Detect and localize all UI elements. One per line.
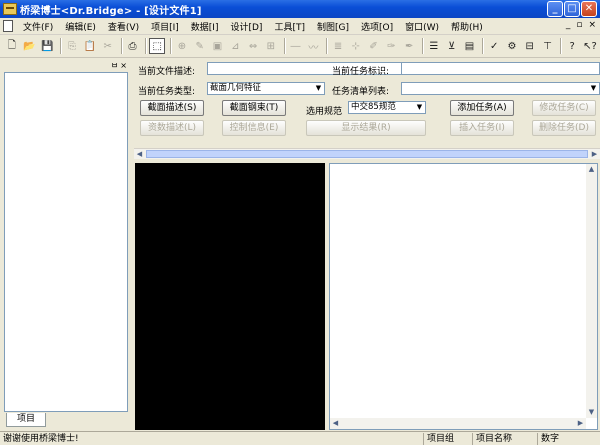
gear-icon[interactable]: ⚙ [504,38,520,54]
context-help-icon[interactable]: ↖? [582,38,598,54]
zoom-icon[interactable]: ⊕ [174,38,190,54]
task-list-label: 任务清单列表: [332,87,390,97]
tab-project[interactable]: 项目 [6,413,46,427]
section-desc-button[interactable]: 截面描述(S) [140,100,204,116]
scroll-left-icon[interactable]: ◀ [330,418,341,429]
vertical-scrollbar[interactable]: ▲ ▼ [586,164,597,418]
main-window: 桥梁博士<Dr.Bridge> - [设计文件1] _ □ ✕ 文件(F) 编辑… [0,0,600,445]
project-panel: ㅂ × 项目 [2,60,130,430]
title-bar[interactable]: 桥梁博士<Dr.Bridge> - [设计文件1] _ □ ✕ [0,0,600,18]
menu-tools[interactable]: 工具[T] [268,20,311,33]
grid-icon[interactable]: ⊞ [263,38,279,54]
status-project-name: 项目名称 [472,433,532,445]
print-icon[interactable]: ⎙ [125,38,141,54]
layout-icon[interactable]: ⊟ [522,38,538,54]
bridge-app-icon [3,3,17,15]
chevron-down-icon: ▼ [315,84,322,92]
check-icon[interactable]: ✓ [486,38,502,54]
menu-window[interactable]: 窗口(W) [399,20,445,33]
status-message: 谢谢使用桥梁博士! [3,434,79,444]
horizontal-scrollbar[interactable]: ◀ ▶ [134,148,600,159]
delete-task-button[interactable]: 删除任务(D) [532,120,596,136]
task-list-select[interactable]: ▼ [401,82,600,95]
open-folder-icon[interactable]: 📂 [22,38,38,54]
table-icon[interactable]: ☰ [426,38,442,54]
scroll-right-icon[interactable]: ▶ [589,149,600,159]
current-task-id-field[interactable] [401,62,600,75]
current-file-desc-label: 当前文件描述: [138,67,196,77]
line-icon[interactable]: ― [288,38,304,54]
maximize-button[interactable]: □ [564,1,580,17]
menu-file[interactable]: 文件(F) [17,20,59,33]
menu-options[interactable]: 选项[O] [355,20,399,33]
list-icon[interactable]: ≣ [330,38,346,54]
graphics-view[interactable] [135,163,325,430]
current-task-id-label: 当前任务标识: [332,67,390,77]
code-label: 选用规范 [306,107,343,117]
task-form: 当前文件描述: 当前任务标识: 当前任务类型: 截面几何特征 ▼ 任务清单列表:… [134,58,600,156]
scroll-thumb[interactable] [146,150,588,158]
code-select[interactable]: 中交85规范 ▼ [348,101,426,114]
menu-design[interactable]: 设计[D] [224,20,268,33]
add-task-button[interactable]: 添加任务(A) [450,100,514,116]
panel-close-icon[interactable]: × [120,60,127,72]
select-frame-icon[interactable]: ⬚ [149,38,166,54]
menu-data[interactable]: 数据[I] [185,20,225,33]
menu-project[interactable]: 项目[I] [145,20,185,33]
output-view[interactable]: ▲ ▼ ◀ ▶ [329,163,598,430]
edit-icon[interactable]: ✎ [192,38,208,54]
insert-task-button[interactable]: 插入任务(I) [450,120,514,136]
close-button[interactable]: ✕ [581,1,597,17]
mdi-close-button[interactable]: × [588,20,596,30]
scroll-up-icon[interactable]: ▲ [586,164,597,175]
chart-icon[interactable]: ⊻ [444,38,460,54]
pen-icon[interactable]: ✐ [366,38,382,54]
help-icon[interactable]: ? [564,38,580,54]
copy-icon[interactable]: ⎘ [64,38,80,54]
status-bar: 谢谢使用桥梁博士! 项目组 项目名称 数字 [0,431,600,445]
node-icon[interactable]: ⊹ [348,38,364,54]
window-icon[interactable]: ▤ [462,38,478,54]
new-file-icon[interactable]: 🗋 [4,38,20,54]
minimize-button[interactable]: _ [547,1,563,17]
cut-icon[interactable]: ✂ [100,38,116,54]
show-results-button[interactable]: 显示结果(R) [306,120,426,136]
marker-icon[interactable]: ✒ [401,38,417,54]
section-steel-button[interactable]: 截面钢束(T) [222,100,286,116]
document-icon[interactable] [3,20,13,32]
menu-view[interactable]: 查看(V) [102,20,145,33]
toolbar: 🗋 📂 💾 ⎘ 📋 ✂ ⎙ ⬚ ⊕ ✎ ▣ ⊿ ⇔ ⊞ ― 〰 ≣ ⊹ ✐ ✑ … [0,35,600,58]
menu-bar: 文件(F) 编辑(E) 查看(V) 项目[I] 数据[I] 设计[D] 工具[T… [0,18,600,35]
pin-icon[interactable]: ㅂ [111,60,118,72]
modify-task-button[interactable]: 修改任务(C) [532,100,596,116]
param-desc-button[interactable]: 资数描述(L) [140,120,204,136]
mdi-restore-button[interactable]: ▫ [576,20,582,30]
status-mode: 数字 [537,433,577,445]
output-horizontal-scrollbar[interactable]: ◀ ▶ [330,418,586,429]
status-project-group: 项目组 [423,433,471,445]
menu-help[interactable]: 帮助(H) [445,20,489,33]
scroll-right-icon[interactable]: ▶ [575,418,586,429]
brush-icon[interactable]: ✑ [383,38,399,54]
mdi-minimize-button[interactable]: _ [566,20,571,30]
save-disabled-icon[interactable]: ▣ [210,38,226,54]
control-info-button[interactable]: 控制信息(E) [222,120,286,136]
filter-icon[interactable]: ⊤ [540,38,556,54]
project-tree[interactable] [4,72,128,412]
menu-edit[interactable]: 编辑(E) [59,20,102,33]
scroll-down-icon[interactable]: ▼ [586,407,597,418]
paste-icon[interactable]: 📋 [82,38,98,54]
task-type-select[interactable]: 截面几何特征 ▼ [207,82,325,95]
measure-icon[interactable]: ⇔ [245,38,261,54]
scroll-left-icon[interactable]: ◀ [134,149,145,159]
chevron-down-icon: ▼ [416,103,423,111]
save-icon[interactable]: 💾 [40,38,56,54]
current-task-type-label: 当前任务类型: [138,87,196,97]
align-icon[interactable]: ⊿ [227,38,243,54]
menu-drawing[interactable]: 制图[G] [311,20,355,33]
window-title: 桥梁博士<Dr.Bridge> - [设计文件1] [20,5,202,17]
polyline-icon[interactable]: 〰 [305,38,321,54]
chevron-down-icon: ▼ [590,84,597,92]
